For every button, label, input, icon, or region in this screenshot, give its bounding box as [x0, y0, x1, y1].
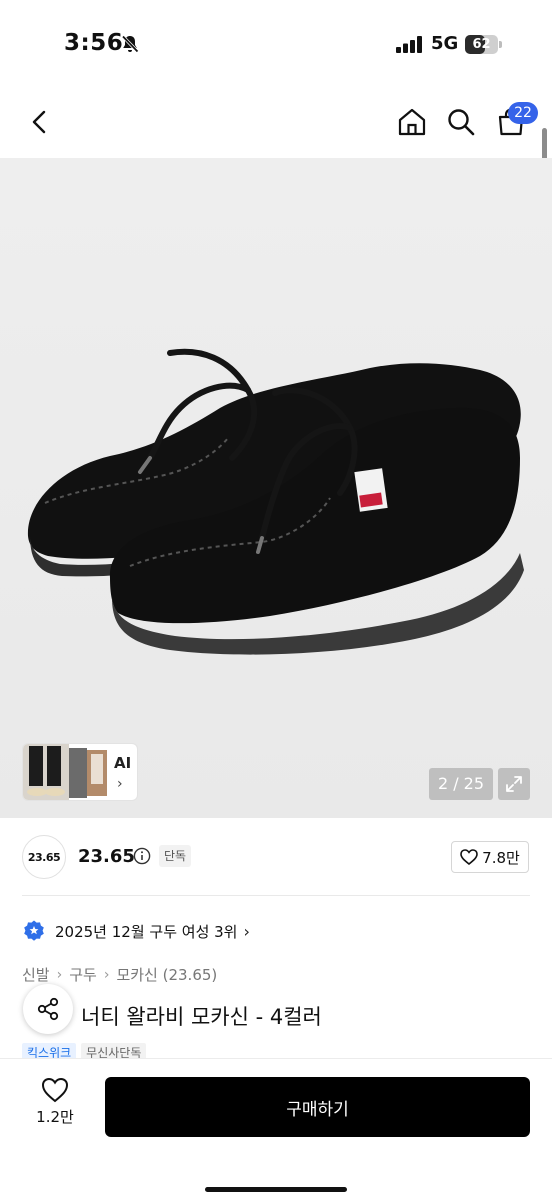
- expand-icon: [506, 776, 522, 792]
- back-icon: [32, 110, 46, 134]
- product-detail-page: 3:56 5G 62 22 AI › 2 / 25 23.65 23.65 단독…: [0, 0, 552, 1200]
- bottom-action-bar: 1.2만 구매하기: [0, 1058, 552, 1200]
- status-time: 3:56: [64, 30, 124, 56]
- ai-style-preview-image: [23, 744, 107, 800]
- like-button[interactable]: 7.8만: [451, 841, 529, 873]
- ranking-text: 2025년 12월 구두 여성 3위: [55, 922, 238, 941]
- brand-logo-text: 23.65: [27, 850, 61, 864]
- product-image-shoes: [27, 348, 524, 655]
- battery-indicator: 62: [465, 35, 502, 54]
- battery-percent: 62: [472, 37, 491, 52]
- share-button[interactable]: [23, 984, 73, 1034]
- back-button[interactable]: [22, 104, 58, 140]
- home-icon: [398, 108, 426, 136]
- image-page-counter: 2 / 25: [429, 768, 493, 800]
- signal-icon: [396, 36, 422, 53]
- network-label: 5G: [431, 33, 459, 54]
- breadcrumb-item[interactable]: 신발: [22, 964, 50, 985]
- product-title: 너티 왈라비 모카신 - 4컬러: [81, 1005, 322, 1029]
- bell-off-icon: [121, 35, 139, 53]
- status-bar: 3:56 5G 62: [0, 0, 552, 90]
- divider: [22, 895, 530, 896]
- breadcrumb: 신발 › 구두 › 모카신 (23.65): [22, 964, 217, 985]
- product-image-carousel[interactable]: AI › 2 / 25: [0, 158, 552, 818]
- bottom-like-button[interactable]: 1.2만: [28, 1077, 82, 1137]
- heart-icon: [41, 1077, 69, 1103]
- ranking-badge-icon: [24, 920, 44, 941]
- search-icon: [448, 109, 475, 136]
- buy-button-label: 구매하기: [286, 1099, 349, 1120]
- search-button[interactable]: [443, 104, 479, 140]
- exclusive-badge: 단독: [159, 845, 192, 867]
- breadcrumb-item[interactable]: 구두: [69, 964, 97, 985]
- bottom-like-count: 1.2만: [36, 1108, 74, 1126]
- breadcrumb-separator: ›: [56, 966, 63, 983]
- share-icon: [37, 997, 59, 1021]
- ai-style-thumbnail[interactable]: AI ›: [22, 743, 138, 801]
- buy-button[interactable]: 구매하기: [105, 1077, 530, 1137]
- cart-count-badge: 22: [508, 102, 538, 124]
- like-count: 7.8만: [482, 848, 520, 867]
- breadcrumb-separator: ›: [103, 966, 110, 983]
- brand-logo[interactable]: 23.65: [22, 835, 66, 879]
- chevron-right-icon: ›: [243, 921, 250, 941]
- chevron-right-icon: ›: [117, 776, 123, 792]
- breadcrumb-item[interactable]: 모카신 (23.65): [116, 964, 217, 985]
- brand-name[interactable]: 23.65: [78, 846, 135, 867]
- home-button[interactable]: [394, 104, 430, 140]
- expand-image-button[interactable]: [498, 768, 530, 800]
- ranking-link[interactable]: 2025년 12월 구두 여성 3위 ›: [22, 918, 250, 944]
- heart-icon: [460, 849, 478, 865]
- top-navigation: [0, 90, 552, 158]
- home-indicator: [205, 1187, 347, 1192]
- info-icon[interactable]: [133, 847, 151, 865]
- ai-label: AI: [114, 754, 132, 772]
